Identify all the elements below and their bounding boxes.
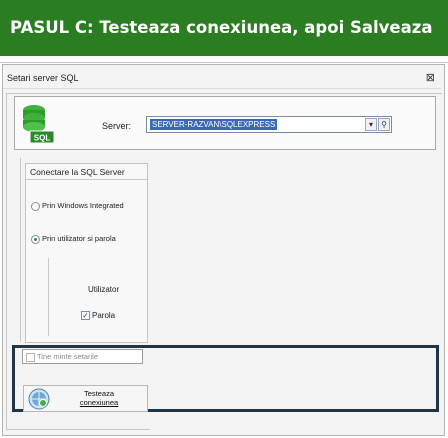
password-label: Parola: [92, 311, 116, 320]
radio-user-label: Prin utilizator si parola: [42, 234, 116, 243]
panel-border-left: [6, 93, 7, 429]
panel-border-top: [6, 93, 442, 94]
remember-label: Tine minte setarile: [37, 352, 98, 361]
panel-border-bottom: [6, 429, 150, 430]
test-label-line1: Testeaza: [83, 389, 115, 398]
test-button-label: Testeaza conexiunea: [69, 389, 129, 407]
banner-separator: [0, 56, 448, 63]
radio-button-selected[interactable]: [31, 234, 40, 244]
server-label: Server:: [102, 121, 132, 131]
test-label-line2: conexiunea: [79, 398, 119, 407]
credentials-divider: [48, 258, 49, 336]
sql-server-icon: SQL: [23, 105, 55, 144]
sql-logo-text: SQL: [34, 134, 51, 143]
dialog-title: Setari server SQL: [7, 73, 79, 83]
remember-settings-checkbox[interactable]: Tine minte setarile: [22, 349, 143, 364]
user-label: Utilizator: [88, 285, 120, 294]
radio-user-auth[interactable]: Prin utilizator si parola: [31, 234, 147, 247]
step-banner: PASUL C: Testeaza conexiunea, apoi Salve…: [0, 0, 448, 56]
radio-windows-label: Prin Windows Integrated: [42, 201, 124, 210]
radio-windows-auth[interactable]: Prin Windows Integrated: [31, 201, 147, 214]
chevron-down-icon[interactable]: ▾: [365, 118, 377, 131]
close-icon[interactable]: ⊠: [426, 71, 435, 84]
checkbox-unchecked[interactable]: [26, 352, 35, 362]
server-panel: SQL Server: SERVER-RAZVAN\SQLEXPRESS ▾ ⚲: [14, 96, 436, 150]
dialog-titlebar: Setari server SQL ⊠: [3, 69, 441, 89]
connection-title: Conectare la SQL Server: [30, 167, 125, 177]
globe-connect-icon: [28, 388, 50, 410]
server-value[interactable]: SERVER-RAZVAN\SQLEXPRESS: [150, 119, 278, 130]
section-divider: [26, 179, 147, 180]
test-connection-button[interactable]: Testeaza conexiunea: [23, 385, 148, 412]
panel-divider: [20, 158, 21, 342]
server-combobox[interactable]: SERVER-RAZVAN\SQLEXPRESS ▾ ⚲: [146, 116, 392, 133]
radio-button[interactable]: [31, 201, 40, 211]
password-checkbox[interactable]: ✓ Parola: [81, 311, 116, 321]
search-icon[interactable]: ⚲: [378, 118, 390, 131]
checkbox-checked[interactable]: ✓: [81, 311, 90, 321]
